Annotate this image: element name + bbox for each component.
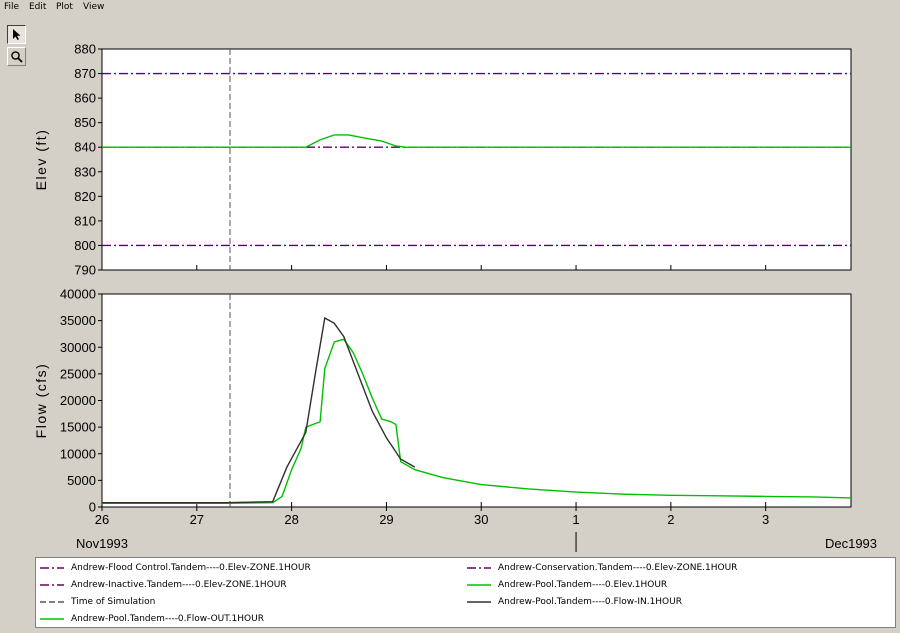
plot-frame-1 [101, 293, 852, 508]
legend-label: Andrew-Pool.Tandem----0.Flow-OUT.1HOUR [71, 614, 264, 624]
month-label: Nov1993 [76, 536, 128, 551]
y-axis-label: Elev (ft) [33, 129, 49, 191]
y-axis-label: Flow (cfs) [33, 363, 49, 439]
legend-swatch [467, 601, 491, 603]
y-tick-label: 880 [74, 42, 96, 57]
legend-swatch [40, 584, 64, 586]
legend: Andrew-Flood Control.Tandem----0.Elev-ZO… [35, 557, 896, 628]
plot-frame-0 [101, 48, 852, 271]
y-tick-label: 840 [74, 140, 96, 155]
y-tick-label: 10000 [60, 446, 96, 461]
y-tick-label: 850 [74, 115, 96, 130]
legend-swatch [40, 567, 64, 569]
x-tick-label: 3 [762, 512, 769, 527]
x-tick-label: 28 [284, 512, 298, 527]
legend-swatch [467, 584, 491, 586]
legend-swatch [467, 567, 491, 569]
legend-label: Andrew-Conservation.Tandem----0.Elev-ZON… [498, 563, 738, 573]
x-tick-label: 1 [572, 512, 579, 527]
legend-label: Andrew-Pool.Tandem----0.Flow-IN.1HOUR [498, 597, 682, 607]
x-tick-label: 29 [379, 512, 393, 527]
legend-label: Andrew-Inactive.Tandem----0.Elev-ZONE.1H… [71, 580, 287, 590]
y-tick-label: 860 [74, 91, 96, 106]
legend-swatch [40, 618, 64, 620]
y-tick-label: 870 [74, 66, 96, 81]
legend-label: Andrew-Flood Control.Tandem----0.Elev-ZO… [71, 563, 311, 573]
y-tick-label: 30000 [60, 340, 96, 355]
chart-area: 790800810820830840850860870880Elev (ft)0… [33, 42, 877, 552]
legend-swatch [40, 601, 64, 603]
month-label: Dec1993 [825, 536, 877, 551]
x-tick-label: 30 [474, 512, 488, 527]
legend-label: Time of Simulation [71, 597, 156, 607]
y-tick-label: 40000 [60, 287, 96, 302]
y-tick-label: 15000 [60, 420, 96, 435]
x-tick-label: 2 [667, 512, 674, 527]
y-tick-label: 20000 [60, 393, 96, 408]
y-tick-label: 790 [74, 263, 96, 278]
legend-label: Andrew-Pool.Tandem----0.Elev.1HOUR [498, 580, 668, 590]
y-tick-label: 35000 [60, 313, 96, 328]
y-tick-label: 820 [74, 189, 96, 204]
y-tick-label: 5000 [67, 473, 96, 488]
y-tick-label: 830 [74, 164, 96, 179]
y-tick-label: 800 [74, 238, 96, 253]
x-tick-label: 26 [95, 512, 109, 527]
y-tick-label: 25000 [60, 366, 96, 381]
y-tick-label: 810 [74, 213, 96, 228]
x-tick-label: 27 [190, 512, 204, 527]
